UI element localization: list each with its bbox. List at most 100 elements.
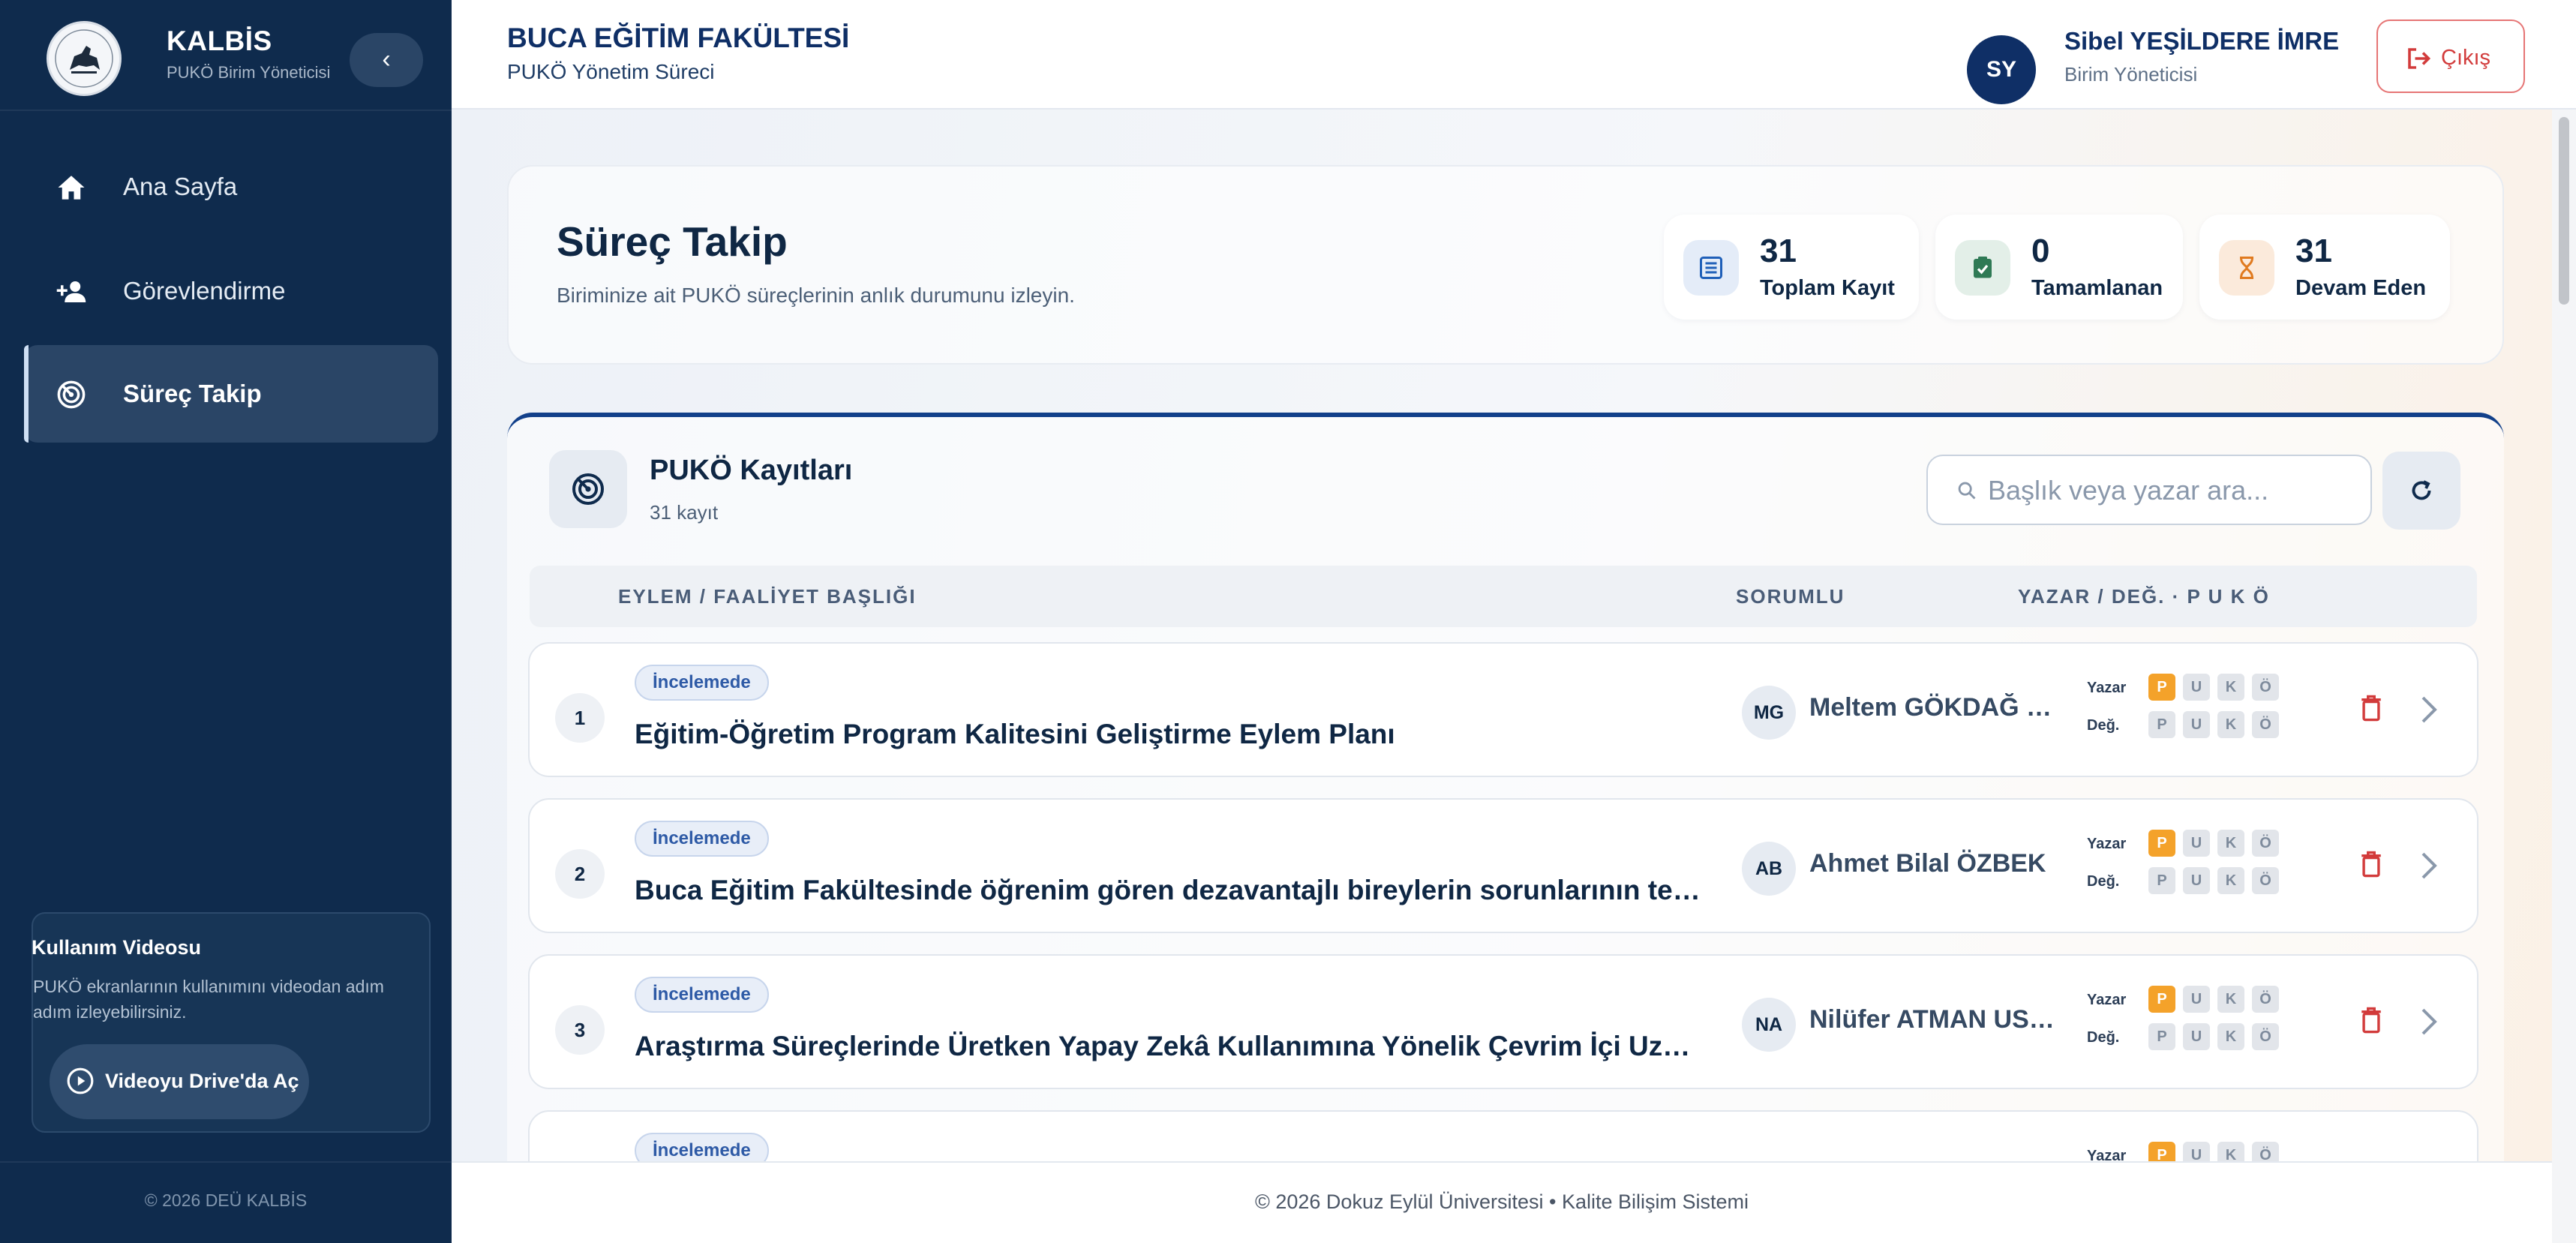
stat-icon-bg — [2219, 240, 2274, 296]
author-pdca-step: Ö — [2252, 830, 2279, 857]
stat-in-progress: 31 Devam Eden — [2199, 215, 2450, 320]
author-pdca-step: U — [2183, 986, 2210, 1013]
table-row[interactable]: 1 İncelemede Eğitim-Öğretim Program Kalite… — [528, 642, 2478, 777]
author-pdca-step: P — [2148, 830, 2175, 857]
status-badge: İncelemede — [635, 665, 769, 701]
logout-icon — [2408, 48, 2431, 69]
stat-value: 0 — [2031, 233, 2050, 269]
row-title: Araştırma Süreçlerinde Üretken Yapay Zek… — [635, 1031, 1715, 1061]
author-pdca-step: U — [2183, 830, 2210, 857]
row-title: Eğitim-Öğretim Program Kalitesini Gelişt… — [635, 719, 1395, 749]
brand-subtitle: PUKÖ Birim Yöneticisi — [167, 63, 331, 82]
nav-item-ana-sayfa[interactable]: Ana Sayfa — [24, 138, 438, 236]
video-card-description: PUKÖ ekranlarının kullanımını videodan a… — [33, 977, 384, 1022]
user-role: Birim Yöneticisi — [2064, 63, 2198, 86]
reviewer-pdca-step: P — [2148, 1023, 2175, 1050]
reviewer-pdca-step: P — [2148, 867, 2175, 894]
status-badge: İncelemede — [635, 1133, 769, 1161]
page-scrollbar[interactable] — [2552, 110, 2576, 1243]
row-number: 1 — [555, 693, 605, 743]
scrollbar-thumb[interactable] — [2559, 117, 2569, 305]
records-icon-box — [549, 450, 627, 528]
author-pdca-step: K — [2217, 986, 2244, 1013]
author-pdca-step: P — [2148, 1142, 2175, 1161]
author-pdca-step: P — [2148, 986, 2175, 1013]
reviewer-pdca-step: Ö — [2252, 1023, 2279, 1050]
author-pdca-step: Ö — [2252, 986, 2279, 1013]
page-footer: © 2026 Dokuz Eylül Üniversitesi • Kalite… — [452, 1161, 2552, 1243]
usage-video-card: Kullanım Videosu PUKÖ ekranlarının kulla… — [32, 912, 431, 1133]
stat-value: 31 — [2295, 233, 2332, 269]
search-input[interactable] — [1988, 471, 2348, 510]
chevron-right-icon[interactable] — [2420, 851, 2438, 881]
table-row[interactable]: 4İncelemedeYazarDeğ.PPUUKKÖÖ — [528, 1110, 2478, 1161]
stat-icon-bg — [1683, 240, 1739, 296]
chevron-left-icon: ‹ — [382, 45, 391, 74]
search-box — [1926, 455, 2372, 525]
page-description: Biriminize ait PUKÖ süreçlerinin anlık d… — [557, 284, 1075, 307]
reviewer-label: Değ. — [2087, 1029, 2120, 1046]
delete-icon[interactable] — [2358, 693, 2384, 723]
status-badge: İncelemede — [635, 821, 769, 857]
responsible-name: Meltem GÖKDAĞ BAYRAKTAR — [1809, 693, 2057, 722]
delete-icon[interactable] — [2358, 1005, 2384, 1035]
open-video-drive-button[interactable]: Videoyu Drive'da Aç — [50, 1044, 309, 1119]
nav-label: Görevlendirme — [123, 277, 286, 305]
status-badge: İncelemede — [635, 977, 769, 1013]
reviewer-pdca-step: Ö — [2252, 711, 2279, 738]
table-row[interactable]: 2 İncelemede Buca Eğitim Fakültesinde öğre… — [528, 798, 2478, 933]
delete-icon[interactable] — [2358, 849, 2384, 879]
reviewer-pdca-step: U — [2183, 711, 2210, 738]
author-label: Yazar — [2087, 1148, 2127, 1161]
search-icon — [1958, 482, 1976, 500]
nav-item-gorevlendirme[interactable]: Görevlendirme — [24, 242, 438, 340]
nav-label: Ana Sayfa — [123, 173, 238, 200]
column-responsible: SORUMLU — [1736, 585, 1845, 608]
author-pdca-step: P — [2148, 674, 2175, 701]
logout-label: Çıkış — [2441, 46, 2491, 70]
stat-total-records: 31 Toplam Kayıt — [1664, 215, 1919, 320]
reviewer-pdca-step: P — [2148, 711, 2175, 738]
radar-icon — [572, 473, 604, 505]
responsible-avatar: MG — [1742, 686, 1796, 740]
reviewer-pdca-step: K — [2217, 711, 2244, 738]
chevron-right-icon[interactable] — [2420, 695, 2438, 725]
records-title: PUKÖ Kayıtları — [650, 455, 853, 486]
reviewer-label: Değ. — [2087, 717, 2120, 734]
stat-completed: 0 Tamamlanan — [1935, 215, 2183, 320]
nav-item-surec-takip[interactable]: Süreç Takip — [24, 345, 438, 443]
responsible-avatar: NA — [1742, 998, 1796, 1052]
author-pdca-step: K — [2217, 674, 2244, 701]
author-pdca-step: U — [2183, 674, 2210, 701]
author-pdca-step: Ö — [2252, 1142, 2279, 1161]
video-card-title: Kullanım Videosu — [32, 936, 202, 959]
brand-title: KALBİS — [167, 26, 272, 56]
refresh-button[interactable] — [2382, 452, 2460, 530]
column-title: EYLEM / FAALİYET BAŞLIĞI — [618, 585, 917, 608]
reviewer-pdca-step: U — [2183, 867, 2210, 894]
faculty-title: BUCA EĞİTİM FAKÜLTESİ — [507, 23, 850, 53]
refresh-icon — [2412, 480, 2431, 500]
logout-button[interactable]: Çıkış — [2376, 20, 2525, 93]
stat-icon-bg — [1955, 240, 2010, 296]
list-icon — [1700, 257, 1722, 279]
collapse-sidebar-button[interactable]: ‹ — [350, 33, 423, 87]
stat-label: Tamamlanan — [2031, 276, 2163, 300]
table-header: EYLEM / FAALİYET BAŞLIĞI SORUMLU YAZAR /… — [530, 566, 2477, 627]
chevron-right-icon[interactable] — [2420, 1007, 2438, 1037]
records-count: 31 kayıt — [650, 501, 719, 524]
author-label: Yazar — [2087, 992, 2127, 1008]
radar-icon — [57, 380, 86, 409]
records-panel: PUKÖ Kayıtları 31 kayıt EYLEM / FAALİYET… — [507, 413, 2504, 1161]
sidebar-footer: © 2026 DEÜ KALBİS — [0, 1161, 452, 1243]
reviewer-pdca-step: K — [2217, 1023, 2244, 1050]
column-status: YAZAR / DEĞ. · P U K Ö — [2018, 585, 2270, 608]
reviewer-pdca-step: U — [2183, 1023, 2210, 1050]
author-label: Yazar — [2087, 680, 2127, 696]
page-title: Süreç Takip — [557, 218, 788, 265]
main-content: Süreç Takip Biriminize ait PUKÖ süreçler… — [452, 110, 2552, 1161]
table-row[interactable]: 3 İncelemede Araştırma Süreçlerinde Üretke… — [528, 954, 2478, 1089]
author-pdca-step: K — [2217, 830, 2244, 857]
stat-label: Toplam Kayıt — [1760, 276, 1895, 300]
summary-panel: Süreç Takip Biriminize ait PUKÖ süreçler… — [507, 165, 2504, 365]
